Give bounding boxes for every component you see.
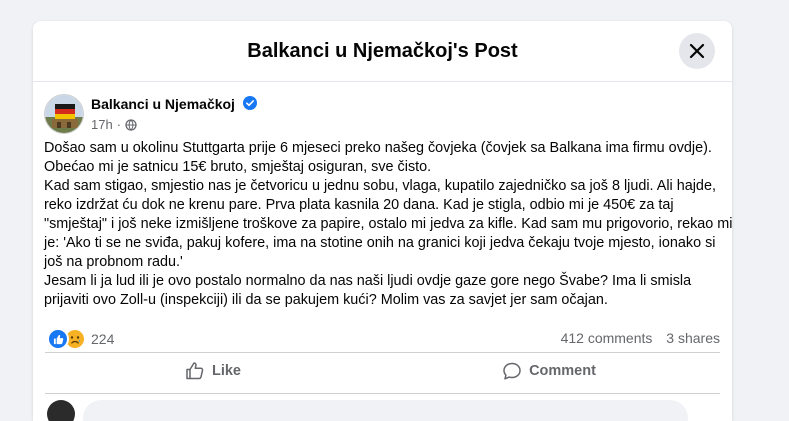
like-button[interactable]: Like [45,355,381,387]
meta-separator: · [116,117,122,132]
post-modal: Balkanci u Njemačkoj's Post Balkanci u N… [33,21,732,421]
post-paragraph: Jesam li ja lud ili je ovo postalo norma… [44,273,692,308]
like-icon [47,328,69,350]
author-name[interactable]: Balkanci u Njemačkoj [91,96,235,112]
globe-icon [125,118,137,131]
close-icon [689,43,705,59]
comment-button-label: Comment [529,363,596,379]
user-avatar[interactable] [47,400,75,421]
modal-header: Balkanci u Njemačkoj's Post [33,21,732,82]
divider [45,393,720,394]
modal-title: Balkanci u Njemačkoj's Post [247,40,518,62]
comment-button[interactable]: Comment [381,355,717,387]
comment-icon [503,362,521,380]
close-button[interactable] [679,33,715,69]
author-avatar[interactable] [44,94,84,134]
comment-input[interactable] [83,400,688,421]
reaction-count: 224 [91,331,115,347]
shares-count-link[interactable]: 3 shares [666,330,720,346]
thumbs-up-icon [186,362,204,380]
comments-count-link[interactable]: 412 comments [561,330,653,346]
like-button-label: Like [211,363,241,379]
post-paragraph: Kad sam stigao, smjestio nas je četvoric… [44,178,732,270]
verified-badge-icon [243,96,257,110]
post-time[interactable]: 17h [91,117,113,132]
post-meta: 17h · [91,117,137,132]
divider [45,352,720,353]
post-body: Došao sam u okolinu Stuttgarta prije 6 m… [44,139,732,310]
post-paragraph: Došao sam u okolinu Stuttgarta prije 6 m… [44,140,712,175]
engagement-stats: 412 comments 3 shares [561,330,720,346]
reactions-summary[interactable]: 224 [47,328,114,350]
page-logo-image [45,95,83,133]
